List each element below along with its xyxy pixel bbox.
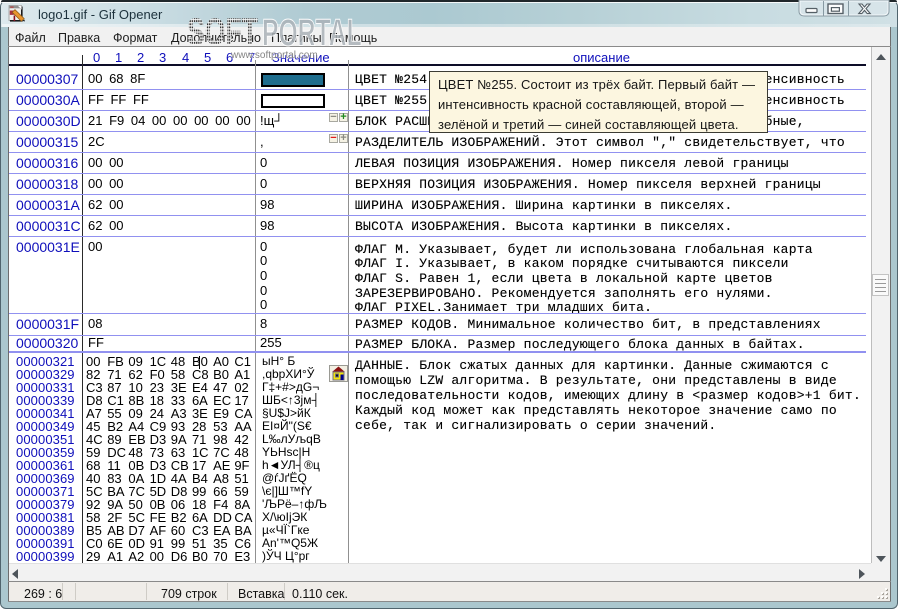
svg-text:SOFT: SOFT <box>187 10 258 49</box>
svg-text:PORTAL: PORTAL <box>262 11 362 49</box>
